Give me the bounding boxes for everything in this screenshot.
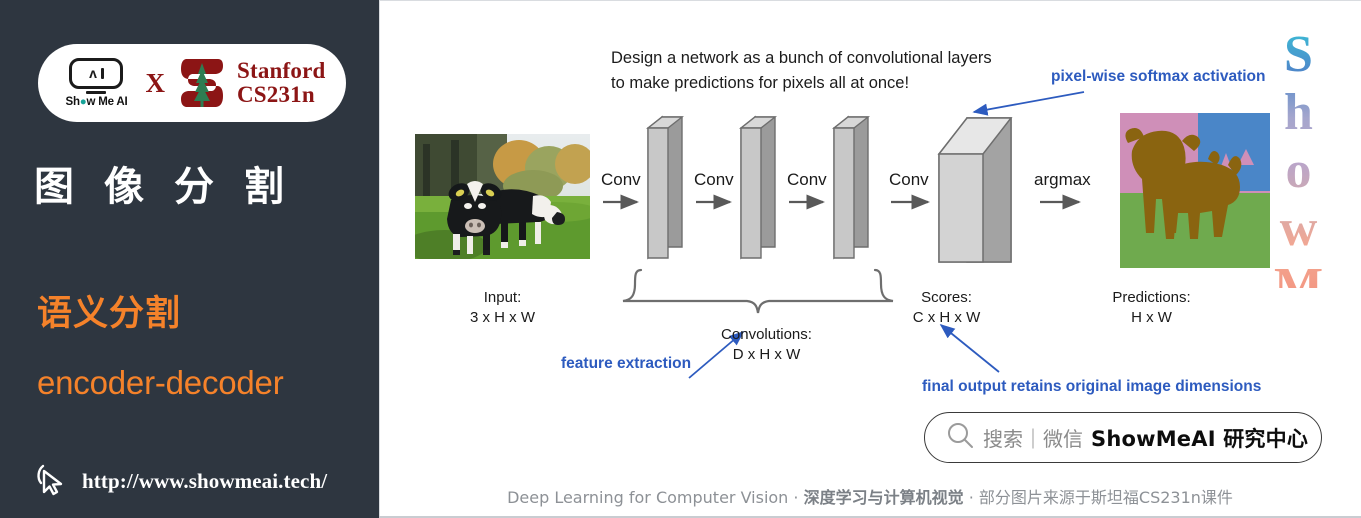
arrow-final-output xyxy=(939,323,1000,373)
arrow-softmax xyxy=(972,91,1085,116)
logo-pill: ʌ Sh●w Me AI X Stanford CS231n xyxy=(38,44,346,122)
brace xyxy=(622,268,894,314)
cursor-pointer-icon xyxy=(34,462,68,501)
conv-label-1: Conv xyxy=(601,170,641,189)
caption-input-label: Input: xyxy=(483,289,522,306)
stanford-tree-icon xyxy=(176,54,228,112)
search-brand-label: ShowMeAI 研究中心 xyxy=(1091,426,1309,451)
bar-glyph xyxy=(100,68,104,79)
caption-input: Input: 3 x H x W xyxy=(415,288,590,328)
footer-cn-note: 部分图片来源于斯坦福CS231n课件 xyxy=(978,488,1233,507)
caption-scores: Scores: C x H x W xyxy=(859,288,1034,328)
footer-sep-2: · xyxy=(968,488,974,507)
stanford-course-label: Stanford CS231n xyxy=(236,57,326,108)
showmeai-logo: ʌ Sh●w Me AI xyxy=(58,58,134,108)
annotation-final-output: final output retains original image dime… xyxy=(922,378,1262,395)
sidebar: ʌ Sh●w Me AI X Stanford CS231n 图像分割 语义分割… xyxy=(0,0,379,518)
conv-slab-1 xyxy=(645,115,685,260)
conv-label-4: Conv xyxy=(889,170,929,189)
caption-convolutions: Convolutions: D x H x W xyxy=(679,325,854,365)
footer-en: Deep Learning for Computer Vision xyxy=(507,488,789,507)
showmeai-glyph-icon: ʌ xyxy=(69,58,124,89)
glyph-stand xyxy=(86,91,107,94)
conv-slab-2 xyxy=(738,115,778,260)
scores-box xyxy=(937,117,1013,263)
caption-predictions: Predictions: H x W xyxy=(1064,288,1239,328)
footer-caption: Deep Learning for Computer Vision · 深度学习… xyxy=(379,484,1361,508)
subtitle-chinese: 语义分割 xyxy=(37,294,182,334)
footer-sep-1: · xyxy=(793,488,799,507)
stanford-line-2: CS231n xyxy=(236,82,315,107)
conv-label-3: Conv xyxy=(787,170,827,189)
slide-content: Design a network as a bunch of convoluti… xyxy=(379,0,1361,518)
wechat-search-box[interactable]: 搜索｜微信 ShowMeAI 研究中心 xyxy=(924,412,1322,463)
cross-label: X xyxy=(145,67,165,98)
search-placeholder: 搜索｜微信 xyxy=(983,427,1083,451)
page-title: 图像分割 xyxy=(34,164,314,210)
slide-root: ʌ Sh●w Me AI X Stanford CS231n 图像分割 语义分割… xyxy=(0,0,1361,518)
site-url-row[interactable]: http://www.showmeai.tech/ xyxy=(34,462,327,501)
prediction-image xyxy=(1120,113,1270,268)
caption-input-dims: 3 x H x W xyxy=(469,309,535,327)
showmeai-wordmark: Sh●w Me AI xyxy=(65,96,128,108)
annotation-feature-extraction: feature extraction xyxy=(561,355,692,372)
search-icon xyxy=(945,420,975,455)
caption-pred-label: Predictions: xyxy=(1112,289,1191,306)
annotation-softmax: pixel-wise softmax activation xyxy=(1051,68,1266,85)
caret-glyph: ʌ xyxy=(89,64,97,81)
stanford-line-1: Stanford xyxy=(236,57,326,83)
caption-conv-dims: D x H x W xyxy=(732,346,801,364)
conv-label-2: Conv xyxy=(694,170,734,189)
caption-scores-label: Scores: xyxy=(921,289,972,306)
footer-cn-bold: 深度学习与计算机视觉 xyxy=(803,488,964,507)
conv-slab-3 xyxy=(831,115,871,260)
caption-conv-label: Convolutions: xyxy=(721,326,812,343)
caption-pred-dims: H x W xyxy=(1131,309,1172,327)
argmax-label: argmax xyxy=(1034,170,1091,189)
subtitle-english: encoder-decoder xyxy=(37,364,284,401)
site-url-text: http://www.showmeai.tech/ xyxy=(82,469,328,493)
caption-scores-dims: C x H x W xyxy=(912,309,981,327)
